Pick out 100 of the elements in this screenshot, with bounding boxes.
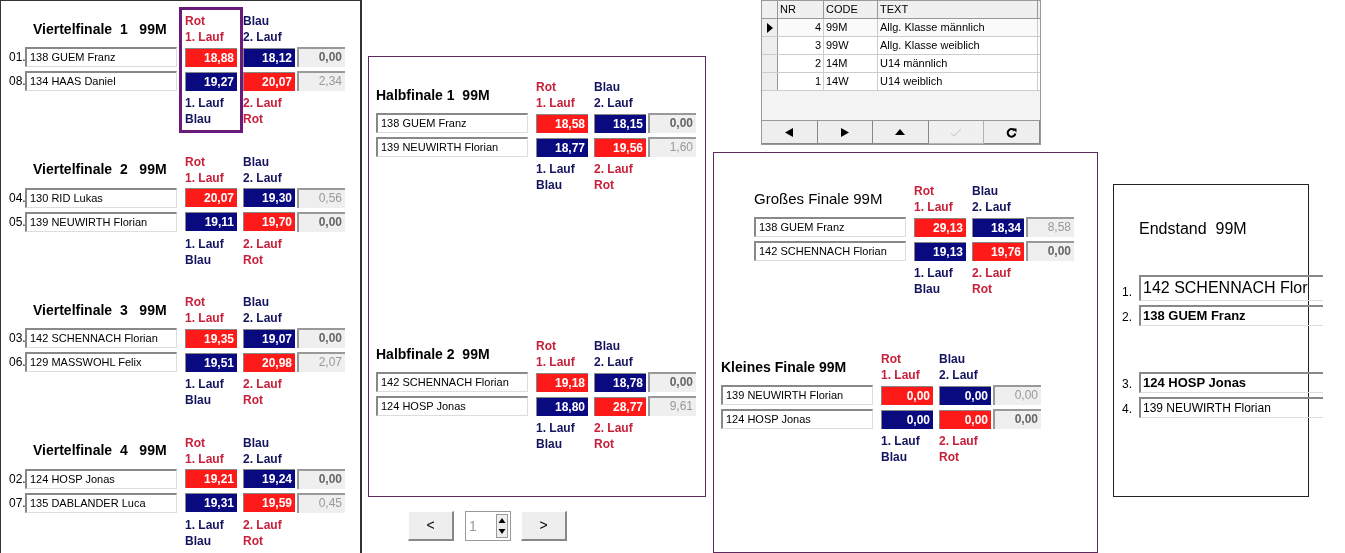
lane-label: Rot <box>243 251 264 268</box>
lane-label: Rot <box>594 436 615 452</box>
run-time-field: 19,70 <box>243 212 295 232</box>
lane-label: Blau <box>185 251 212 268</box>
name-field[interactable]: 138 GUEM Franz <box>754 217 906 237</box>
checkmark-icon <box>950 127 963 137</box>
lane-label: 2. Lauf <box>243 450 283 467</box>
grid-row[interactable]: 2 14M U14 männlich <box>762 55 1040 73</box>
grid-cell: Allg. Klasse männlich <box>878 19 1038 36</box>
run-time-field: 18,12 <box>243 47 295 67</box>
match-title: Viertelfinale 3 99M <box>32 300 167 320</box>
grid-cell: 14M <box>824 55 878 72</box>
previous-button[interactable]: < <box>408 511 454 541</box>
lane-label: Rot <box>243 111 264 127</box>
difference-field: 0,56 <box>297 187 345 208</box>
name-field[interactable]: 138 GUEM Franz <box>376 113 528 133</box>
run-column-frame[interactable]: Rot 1. Lauf 19,21 19,31 1. Lauf Blau <box>179 428 243 553</box>
lane-label: Blau <box>939 351 966 367</box>
name-field[interactable]: 139 NEUWIRTH Florian <box>721 385 873 405</box>
name-field[interactable]: 124 HOSP Jonas <box>721 409 873 429</box>
lane-label: Rot <box>185 13 206 29</box>
run-time-field: 0,00 <box>939 409 991 429</box>
lane-label: Rot <box>972 281 993 297</box>
run-time-field: 18,77 <box>536 137 588 157</box>
lane-label: 1. Lauf <box>185 95 225 111</box>
lane-label: Rot <box>185 434 206 451</box>
lane-label: Blau <box>243 294 270 311</box>
run-time-field: 19,27 <box>185 71 237 91</box>
name-field[interactable]: 130 RID Lukas <box>25 187 177 208</box>
lane-label: 1. Lauf <box>536 95 576 111</box>
lane-label: 1. Lauf <box>881 367 921 383</box>
run-time-field: 20,07 <box>243 71 295 91</box>
run-time-field: 19,31 <box>185 493 237 513</box>
navigator-button[interactable] <box>873 121 929 144</box>
standings-title: Endstand 99M <box>1138 219 1248 239</box>
name-field[interactable]: 134 HAAS Daniel <box>25 71 177 91</box>
lane-label: Blau <box>243 13 270 29</box>
run-column-frame[interactable]: Rot 1. Lauf 20,07 19,11 1. Lauf Blau <box>179 147 243 274</box>
lane-label: 2. Lauf <box>594 420 634 436</box>
grid-row[interactable]: 3 99W Allg. Klasse weiblich <box>762 37 1040 55</box>
run-time-field: 0,00 <box>939 385 991 405</box>
lane-label: 1. Lauf <box>185 516 225 533</box>
lane-label: 1. Lauf <box>185 376 225 393</box>
run-time-field: 19,11 <box>185 212 237 232</box>
run-time-field: 20,98 <box>243 352 295 372</box>
lane-label: 2. Lauf <box>243 310 283 327</box>
seed-number: 02. <box>8 470 25 488</box>
navigator-button[interactable] <box>762 121 818 144</box>
name-field[interactable]: 139 NEUWIRTH Florian <box>25 211 177 232</box>
grid-row[interactable]: 4 99M Allg. Klasse männlich <box>762 19 1040 37</box>
match-title: Großes Finale 99M <box>754 188 883 209</box>
difference-field: 1,60 <box>648 137 696 157</box>
lane-label: Blau <box>972 183 999 199</box>
lane-label: 2. Lauf <box>243 376 283 393</box>
lane-label: Rot <box>243 392 264 409</box>
lane-label: Rot <box>594 177 615 193</box>
lane-label: 2. Lauf <box>939 367 979 383</box>
difference-field: 0,00 <box>648 372 696 392</box>
navigator-button[interactable] <box>984 121 1040 144</box>
difference-field: 0,00 <box>297 47 345 67</box>
lane-label: Blau <box>881 449 908 465</box>
run-column-frame[interactable]: Rot 1. Lauf 18,88 19,27 1. Lauf Blau <box>179 7 243 133</box>
lane-label: Blau <box>185 532 212 549</box>
lane-label: 2. Lauf <box>243 235 283 252</box>
name-field[interactable]: 124 HOSP Jonas <box>376 396 528 416</box>
lane-label: 1. Lauf <box>536 354 576 370</box>
grid-row[interactable]: 1 14W U14 weiblich <box>762 73 1040 91</box>
seed-number: 06. <box>8 354 25 372</box>
rank-number: 1. <box>1122 284 1133 301</box>
lane-label: 2. Lauf <box>243 169 283 186</box>
run-time-field: 19,59 <box>243 493 295 513</box>
run-time-field: 19,13 <box>914 241 966 261</box>
name-field[interactable]: 142 SCHENNACH Florian <box>25 328 177 349</box>
name-field[interactable]: 124 HOSP Jonas <box>25 468 177 489</box>
row-selector[interactable] <box>762 19 778 36</box>
run-time-field: 19,24 <box>243 469 295 489</box>
seed-number: 05. <box>8 213 25 231</box>
lane-label: 1. Lauf <box>536 161 576 177</box>
run-time-field: 20,07 <box>185 188 237 208</box>
lane-label: 1. Lauf <box>185 310 225 327</box>
match-title: Viertelfinale 1 99M <box>32 19 167 39</box>
grid-cell: Allg. Klasse weiblich <box>878 37 1038 54</box>
grid-cell: U14 weiblich <box>878 73 1038 90</box>
run-time-field: 19,56 <box>594 137 646 157</box>
lane-label: Rot <box>536 338 557 354</box>
lane-label: Blau <box>536 177 563 193</box>
run-column-frame[interactable]: Rot 1. Lauf 19,35 19,51 1. Lauf Blau <box>179 288 243 415</box>
lane-label: Rot <box>536 79 557 95</box>
grid-cell: 99M <box>824 19 878 36</box>
name-field[interactable]: 138 GUEM Franz <box>25 47 177 67</box>
next-button[interactable]: > <box>521 511 567 541</box>
lane-label: 2. Lauf <box>594 354 634 370</box>
name-field[interactable]: 139 NEUWIRTH Florian <box>376 137 528 157</box>
name-field[interactable]: 135 DABLANDER Luca <box>25 492 177 513</box>
run-time-field: 18,78 <box>594 372 646 392</box>
name-field[interactable]: 142 SCHENNACH Florian <box>754 241 906 261</box>
name-field[interactable]: 142 SCHENNACH Florian <box>376 372 528 392</box>
name-field[interactable]: 129 MASSWOHL Felix <box>25 352 177 373</box>
lane-label: 2. Lauf <box>972 265 1012 281</box>
navigator-button[interactable] <box>817 121 874 144</box>
